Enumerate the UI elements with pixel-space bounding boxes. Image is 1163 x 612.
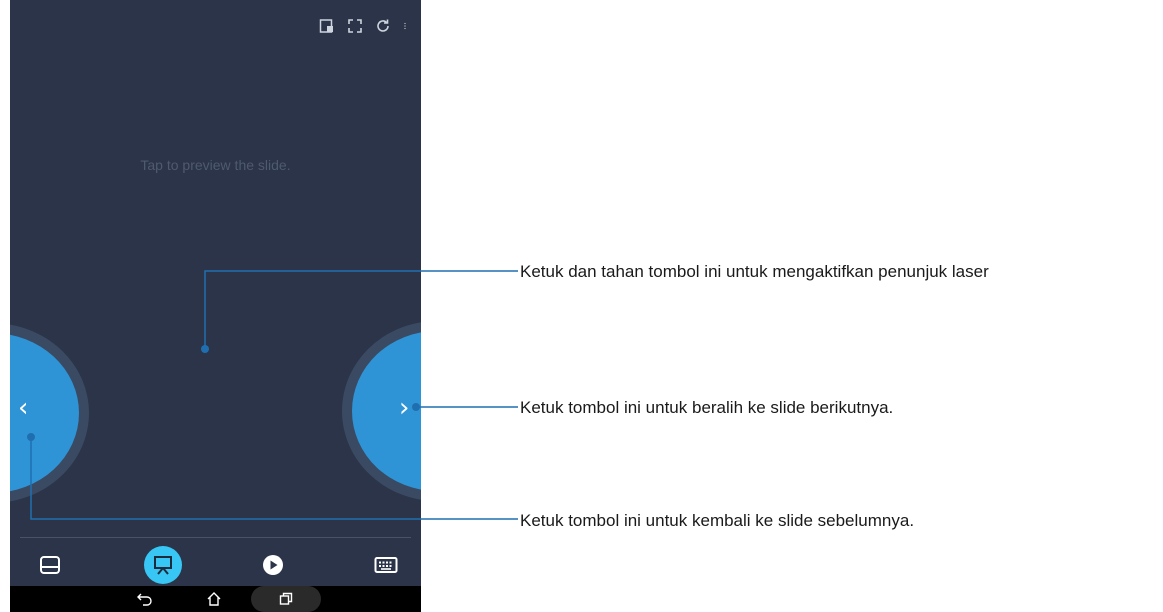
callout-next-slide: Ketuk tombol ini untuk beralih ke slide … (520, 398, 894, 417)
callout-dot-next (412, 403, 420, 411)
callout-previous-slide: Ketuk tombol ini untuk kembali ke slide … (520, 511, 915, 530)
callout-line-laser (204, 270, 518, 349)
callout-line-prev (30, 437, 518, 520)
callout-laser-pointer: Ketuk dan tahan tombol ini untuk mengakt… (520, 262, 989, 281)
callout-dot-laser (201, 345, 209, 353)
callout-dot-prev (27, 433, 35, 441)
